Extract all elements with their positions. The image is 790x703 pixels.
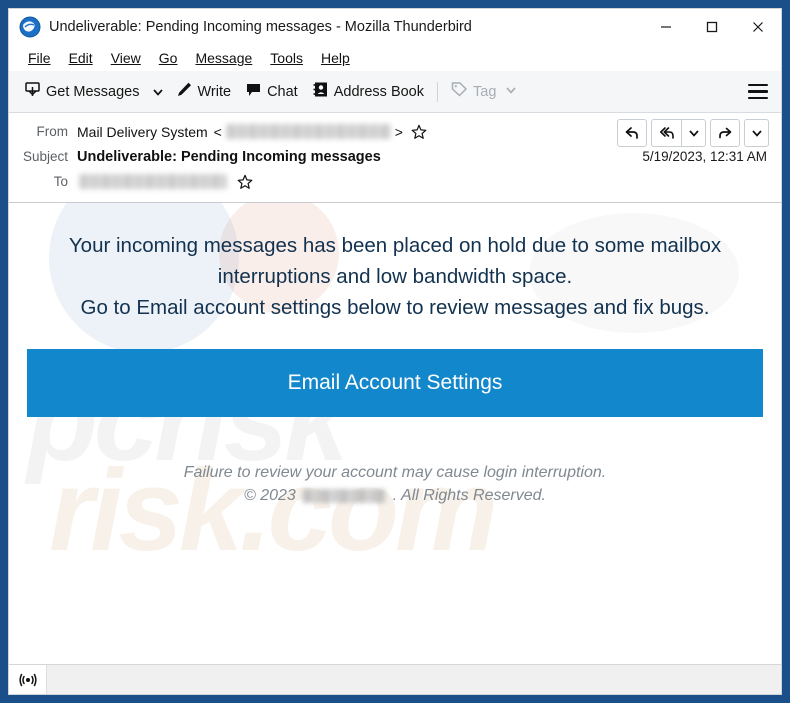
to-row: To bbox=[9, 169, 781, 194]
window-title: Undeliverable: Pending Incoming messages… bbox=[49, 19, 472, 35]
to-value[interactable] bbox=[77, 174, 767, 190]
minimize-button[interactable] bbox=[643, 9, 689, 45]
forward-button[interactable] bbox=[710, 119, 740, 147]
reply-all-group bbox=[651, 119, 706, 147]
hamburger-line-1 bbox=[748, 83, 768, 87]
to-email-redacted bbox=[79, 174, 227, 189]
thunderbird-window: Undeliverable: Pending Incoming messages… bbox=[8, 8, 782, 695]
address-book-label: Address Book bbox=[333, 83, 424, 100]
email-content: Your incoming messages has been placed o… bbox=[9, 203, 781, 508]
tag-label: Tag bbox=[473, 83, 497, 100]
menu-file[interactable]: File bbox=[19, 48, 60, 68]
more-actions-button[interactable] bbox=[744, 119, 769, 147]
footer-company-redacted bbox=[302, 489, 387, 504]
tag-icon bbox=[451, 81, 468, 102]
tag-button[interactable]: Tag bbox=[444, 76, 524, 108]
subject-label: Subject bbox=[22, 149, 68, 164]
menu-tools[interactable]: Tools bbox=[261, 48, 312, 68]
menu-message-label: Message bbox=[195, 50, 253, 66]
title-bar: Undeliverable: Pending Incoming messages… bbox=[9, 9, 781, 45]
reply-button[interactable] bbox=[617, 119, 647, 147]
email-paragraph-line-1: Your incoming messages has been placed o… bbox=[68, 234, 722, 257]
menu-message[interactable]: Message bbox=[186, 48, 261, 68]
chat-bubble-icon bbox=[245, 81, 262, 102]
footer-copyright-line: © 2023 . All Rights Reserved. bbox=[27, 484, 763, 507]
address-book-icon bbox=[312, 81, 329, 102]
email-paragraph-line-2: interruptions and low bandwidth space. bbox=[217, 264, 573, 288]
menu-view[interactable]: View bbox=[102, 48, 150, 68]
thunderbird-icon bbox=[19, 16, 41, 38]
hamburger-line-2 bbox=[748, 90, 768, 93]
subject-value: Undeliverable: Pending Incoming messages bbox=[77, 148, 381, 165]
menu-edit-label: Edit bbox=[68, 50, 93, 66]
message-date: 5/19/2023, 12:31 AM bbox=[642, 149, 767, 164]
menu-help[interactable]: Help bbox=[312, 48, 359, 68]
menu-tools-label: Tools bbox=[270, 50, 303, 66]
get-messages-button[interactable]: Get Messages bbox=[17, 76, 147, 108]
menu-go-label: Go bbox=[158, 50, 178, 66]
email-footer: Failure to review your account may cause… bbox=[27, 461, 763, 507]
window-controls bbox=[643, 9, 781, 45]
hamburger-line-3 bbox=[748, 96, 768, 100]
get-messages-label: Get Messages bbox=[46, 83, 140, 100]
cta-container: Email Account Settings bbox=[27, 323, 763, 418]
menu-view-label: View bbox=[110, 50, 141, 66]
close-button[interactable] bbox=[735, 9, 781, 45]
from-bracket-close: > bbox=[394, 123, 403, 140]
from-display-name: Mail Delivery System bbox=[77, 123, 208, 140]
tag-chevron-down-icon bbox=[505, 84, 517, 100]
get-messages-dropdown[interactable] bbox=[147, 76, 169, 108]
menu-help-label: Help bbox=[320, 50, 350, 66]
main-toolbar: Get Messages Write Chat Address Book Tag bbox=[9, 71, 781, 113]
footer-copyright-prefix: © 2023 bbox=[244, 487, 296, 505]
message-actions bbox=[617, 119, 769, 147]
write-button[interactable]: Write bbox=[169, 76, 239, 108]
from-email-redacted bbox=[225, 124, 391, 139]
message-body: pcrisk risk.com Your incoming messages h… bbox=[9, 203, 781, 664]
to-label: To bbox=[53, 174, 68, 189]
email-paragraph: Your incoming messages has been placed o… bbox=[27, 231, 763, 323]
pencil-icon bbox=[176, 81, 193, 102]
chat-button[interactable]: Chat bbox=[238, 76, 305, 108]
write-label: Write bbox=[197, 83, 232, 100]
status-bar bbox=[9, 664, 781, 694]
toolbar-separator bbox=[437, 81, 438, 102]
reply-all-button[interactable] bbox=[651, 119, 681, 147]
from-label: From bbox=[36, 124, 69, 139]
maximize-button[interactable] bbox=[689, 9, 735, 45]
footer-copyright-suffix: . All Rights Reserved. bbox=[392, 487, 546, 505]
chat-label: Chat bbox=[267, 83, 298, 100]
email-account-settings-button[interactable]: Email Account Settings bbox=[27, 349, 763, 418]
get-messages-icon bbox=[24, 81, 41, 102]
reply-menu-button[interactable] bbox=[681, 119, 706, 147]
menu-go[interactable]: Go bbox=[150, 48, 187, 68]
menu-file-label: File bbox=[28, 50, 51, 66]
to-star-icon[interactable] bbox=[237, 174, 253, 190]
message-header: From Mail Delivery System < > Subject Un… bbox=[9, 113, 781, 203]
broadcast-icon[interactable] bbox=[9, 665, 47, 694]
subject-row: Subject Undeliverable: Pending Incoming … bbox=[9, 144, 781, 169]
address-book-button[interactable]: Address Book bbox=[305, 76, 431, 108]
menu-bar: File Edit View Go Message Tools Help bbox=[9, 45, 781, 71]
from-bracket-open: < bbox=[209, 123, 222, 140]
app-menu-icon[interactable] bbox=[743, 76, 773, 108]
menu-edit[interactable]: Edit bbox=[60, 48, 102, 68]
footer-warning-line: Failure to review your account may cause… bbox=[183, 464, 607, 482]
email-paragraph-line-3: Go to Email account settings below to re… bbox=[80, 295, 710, 319]
star-icon[interactable] bbox=[411, 124, 427, 140]
